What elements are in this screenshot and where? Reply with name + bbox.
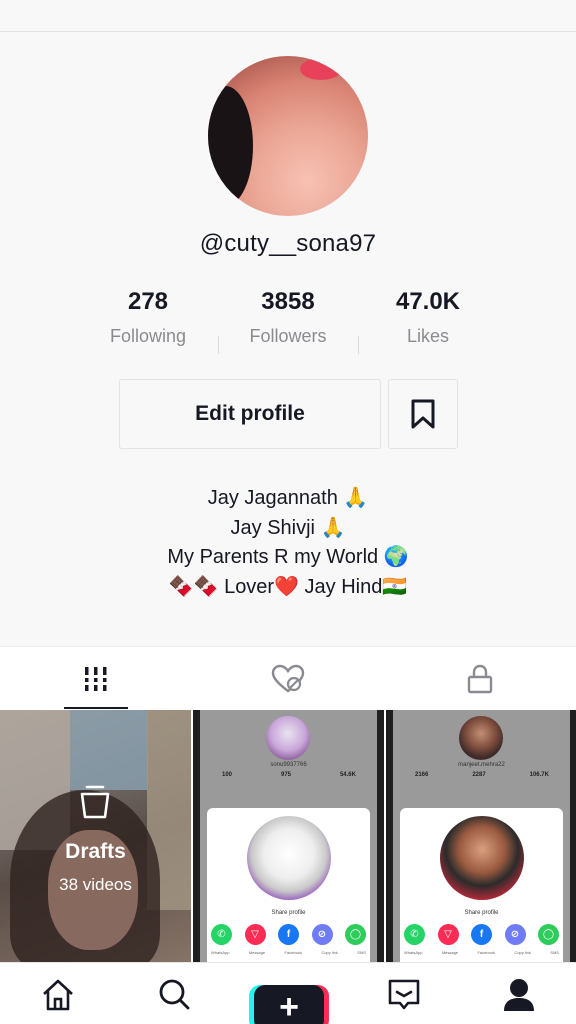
sms-icon: ◯ — [538, 924, 559, 945]
profile-header: @cuty__sona97 278 Following 3858 Followe… — [0, 32, 576, 646]
drafts-title: Drafts — [65, 840, 126, 863]
share-label: WhatsApp — [211, 950, 230, 955]
nav-home[interactable] — [38, 977, 78, 1017]
drafts-icon — [80, 785, 110, 819]
drafts-tile[interactable]: Drafts 38 videos — [0, 710, 191, 962]
video-thumbnail[interactable]: manjeet.mehra22 2166 2287 106.7K Share p… — [386, 710, 576, 962]
link-icon: ⊘ — [504, 924, 526, 945]
sheet-avatar — [440, 816, 524, 900]
facebook-icon: f — [278, 924, 299, 945]
share-label: Copy link — [321, 950, 338, 955]
thumbnail-screenshot: sonu9937766 100 975 54.6K Share profile … — [200, 710, 377, 962]
tab-private[interactable] — [384, 647, 576, 711]
likes-count: 47.0K — [395, 288, 461, 315]
bio-line: My Parents R my World 🌍 — [167, 546, 409, 568]
mini-stat: 54.6K — [339, 772, 356, 778]
whatsapp-icon: ✆ — [211, 924, 232, 945]
inbox-icon — [388, 979, 420, 1010]
following-label: Following — [109, 326, 187, 346]
stat-likes[interactable]: 47.0K Likes — [358, 288, 498, 347]
share-label: Facebook — [477, 950, 496, 955]
drafts-count: 38 videos — [59, 875, 132, 894]
sheet-label: Share profile — [464, 910, 499, 916]
sheet-label: Share profile — [271, 910, 306, 916]
sms-icon: ◯ — [345, 924, 366, 945]
bookmark-icon — [411, 399, 435, 429]
nav-me[interactable] — [499, 977, 539, 1017]
share-label: WhatsApp — [404, 950, 423, 955]
bottom-nav: + — [0, 962, 576, 1024]
tab-videos[interactable] — [0, 647, 192, 711]
bio: Jay Jagannath 🙏 Jay Shivji 🙏 My Parents … — [0, 484, 576, 602]
share-labels: WhatsApp Message Facebook Copy link SMS — [404, 950, 559, 955]
stat-following[interactable]: 278 Following — [78, 288, 218, 347]
mini-stat: 100 — [222, 772, 233, 778]
content-tabs — [0, 646, 576, 710]
mini-username: manjeet.mehra22 — [458, 762, 505, 768]
mini-stat: 106.7K — [529, 772, 549, 778]
share-sheet: Share profile ✆ ▽ f ⊘ ◯ WhatsApp Message… — [207, 808, 370, 962]
mini-avatar — [459, 716, 503, 760]
following-count: 278 — [127, 288, 169, 315]
top-bar — [0, 0, 576, 32]
nav-discover[interactable] — [154, 977, 194, 1017]
share-label: Message — [441, 950, 459, 955]
mini-avatar — [266, 716, 310, 760]
username: @cuty__sona97 — [199, 230, 377, 257]
home-icon — [43, 979, 73, 1011]
video-grid: Drafts 38 videos sonu9937766 100 975 54.… — [0, 710, 576, 962]
add-friend-icon[interactable] — [22, 0, 62, 10]
share-label: Facebook — [284, 950, 303, 955]
bio-line: Jay Shivji 🙏 — [230, 516, 346, 539]
share-labels: WhatsApp Message Facebook Copy link SMS — [211, 950, 366, 955]
mini-stats: 100 975 54.6K — [222, 772, 356, 778]
favorites-button[interactable] — [388, 379, 458, 449]
tab-liked[interactable] — [192, 647, 384, 711]
edit-profile-button[interactable]: Edit profile — [119, 379, 381, 449]
mini-username: sonu9937766 — [270, 762, 307, 768]
video-thumbnail[interactable]: sonu9937766 100 975 54.6K Share profile … — [193, 710, 384, 962]
whatsapp-icon: ✆ — [404, 924, 425, 945]
menu-icon[interactable] — [526, 0, 546, 10]
followers-count: 3858 — [261, 288, 315, 315]
facebook-icon: f — [471, 924, 492, 945]
plus-icon: + — [279, 988, 299, 1024]
share-label: SMS — [550, 950, 559, 955]
share-label: SMS — [357, 950, 366, 955]
nav-inbox[interactable] — [384, 977, 424, 1017]
mini-stats: 2166 2287 106.7K — [415, 772, 549, 778]
avatar[interactable] — [208, 56, 368, 216]
grid-bars-icon — [83, 667, 109, 691]
lock-icon — [467, 664, 493, 694]
search-icon — [159, 979, 190, 1010]
share-options: ✆ ▽ f ⊘ ◯ — [404, 924, 559, 945]
mini-stat: 2166 — [415, 772, 429, 778]
message-icon: ▽ — [244, 924, 266, 945]
message-icon: ▽ — [437, 924, 459, 945]
bio-line: 🍫🍫 Lover❤️ Jay Hind🇮🇳 — [168, 575, 408, 598]
profile-icon — [504, 979, 534, 1011]
create-button[interactable]: + — [254, 985, 324, 1024]
thumbnail-screenshot: manjeet.mehra22 2166 2287 106.7K Share p… — [393, 710, 570, 962]
sheet-avatar — [247, 816, 331, 900]
share-options: ✆ ▽ f ⊘ ◯ — [211, 924, 366, 945]
mini-stat: 975 — [280, 772, 291, 778]
mini-stat: 2287 — [472, 772, 486, 778]
dropdown-arrow-icon[interactable] — [338, 0, 358, 10]
likes-label: Likes — [406, 326, 450, 346]
followers-label: Followers — [249, 326, 327, 346]
link-icon: ⊘ — [311, 924, 333, 945]
heart-hidden-icon — [271, 664, 305, 693]
share-label: Copy link — [514, 950, 531, 955]
share-label: Message — [248, 950, 266, 955]
bio-line: Jay Jagannath 🙏 — [207, 487, 369, 509]
stat-followers[interactable]: 3858 Followers — [218, 288, 358, 347]
share-sheet: Share profile ✆ ▽ f ⊘ ◯ WhatsApp Message… — [400, 808, 563, 962]
